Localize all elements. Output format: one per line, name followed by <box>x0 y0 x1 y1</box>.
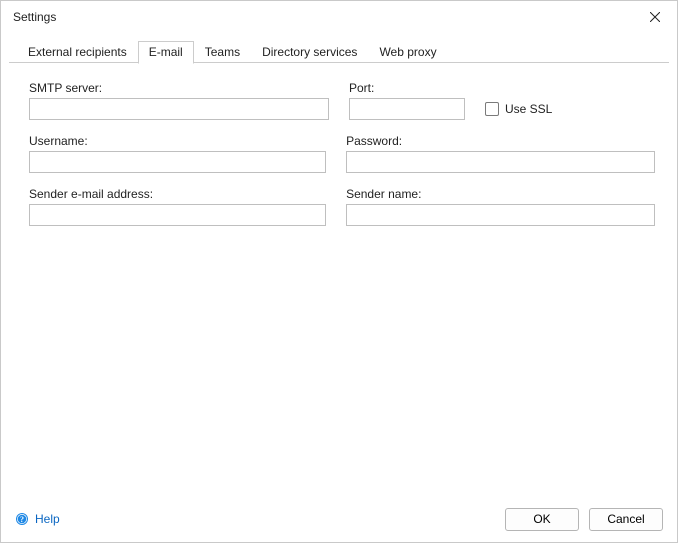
sender-email-input[interactable] <box>29 204 326 226</box>
username-input[interactable] <box>29 151 326 173</box>
footer: ? Help OK Cancel <box>1 502 677 542</box>
cancel-button[interactable]: Cancel <box>589 508 663 531</box>
smtp-server-label: SMTP server: <box>29 81 329 95</box>
tab-web-proxy[interactable]: Web proxy <box>368 41 447 63</box>
password-field: Password: <box>346 134 655 173</box>
help-icon: ? <box>15 512 29 526</box>
tab-teams[interactable]: Teams <box>194 41 251 63</box>
sender-name-field: Sender name: <box>346 187 655 226</box>
window-title: Settings <box>13 10 633 24</box>
sender-email-field: Sender e-mail address: <box>29 187 326 226</box>
port-label: Port: <box>349 81 465 95</box>
ok-button[interactable]: OK <box>505 508 579 531</box>
username-field: Username: <box>29 134 326 173</box>
password-label: Password: <box>346 134 655 148</box>
help-link[interactable]: ? Help <box>15 512 60 526</box>
help-label: Help <box>35 512 60 526</box>
smtp-server-field: SMTP server: <box>29 81 329 120</box>
password-input[interactable] <box>346 151 655 173</box>
use-ssl-label: Use SSL <box>505 102 552 116</box>
port-input[interactable] <box>349 98 465 120</box>
sender-email-label: Sender e-mail address: <box>29 187 326 201</box>
settings-window: Settings External recipients E-mail Team… <box>0 0 678 543</box>
close-icon <box>650 12 660 22</box>
sender-name-input[interactable] <box>346 204 655 226</box>
titlebar: Settings <box>1 1 677 33</box>
svg-text:?: ? <box>20 515 24 524</box>
port-field: Port: <box>349 81 465 120</box>
email-tab-panel: SMTP server: Port: Use SSL Username: Pas… <box>1 63 677 502</box>
use-ssl-field: Use SSL <box>485 98 552 120</box>
use-ssl-checkbox[interactable] <box>485 102 499 116</box>
sender-name-label: Sender name: <box>346 187 655 201</box>
username-label: Username: <box>29 134 326 148</box>
tabstrip: External recipients E-mail Teams Directo… <box>1 41 677 63</box>
tab-external-recipients[interactable]: External recipients <box>17 41 138 63</box>
close-button[interactable] <box>633 2 677 32</box>
tab-email[interactable]: E-mail <box>138 41 194 64</box>
tab-directory-services[interactable]: Directory services <box>251 41 368 63</box>
smtp-server-input[interactable] <box>29 98 329 120</box>
